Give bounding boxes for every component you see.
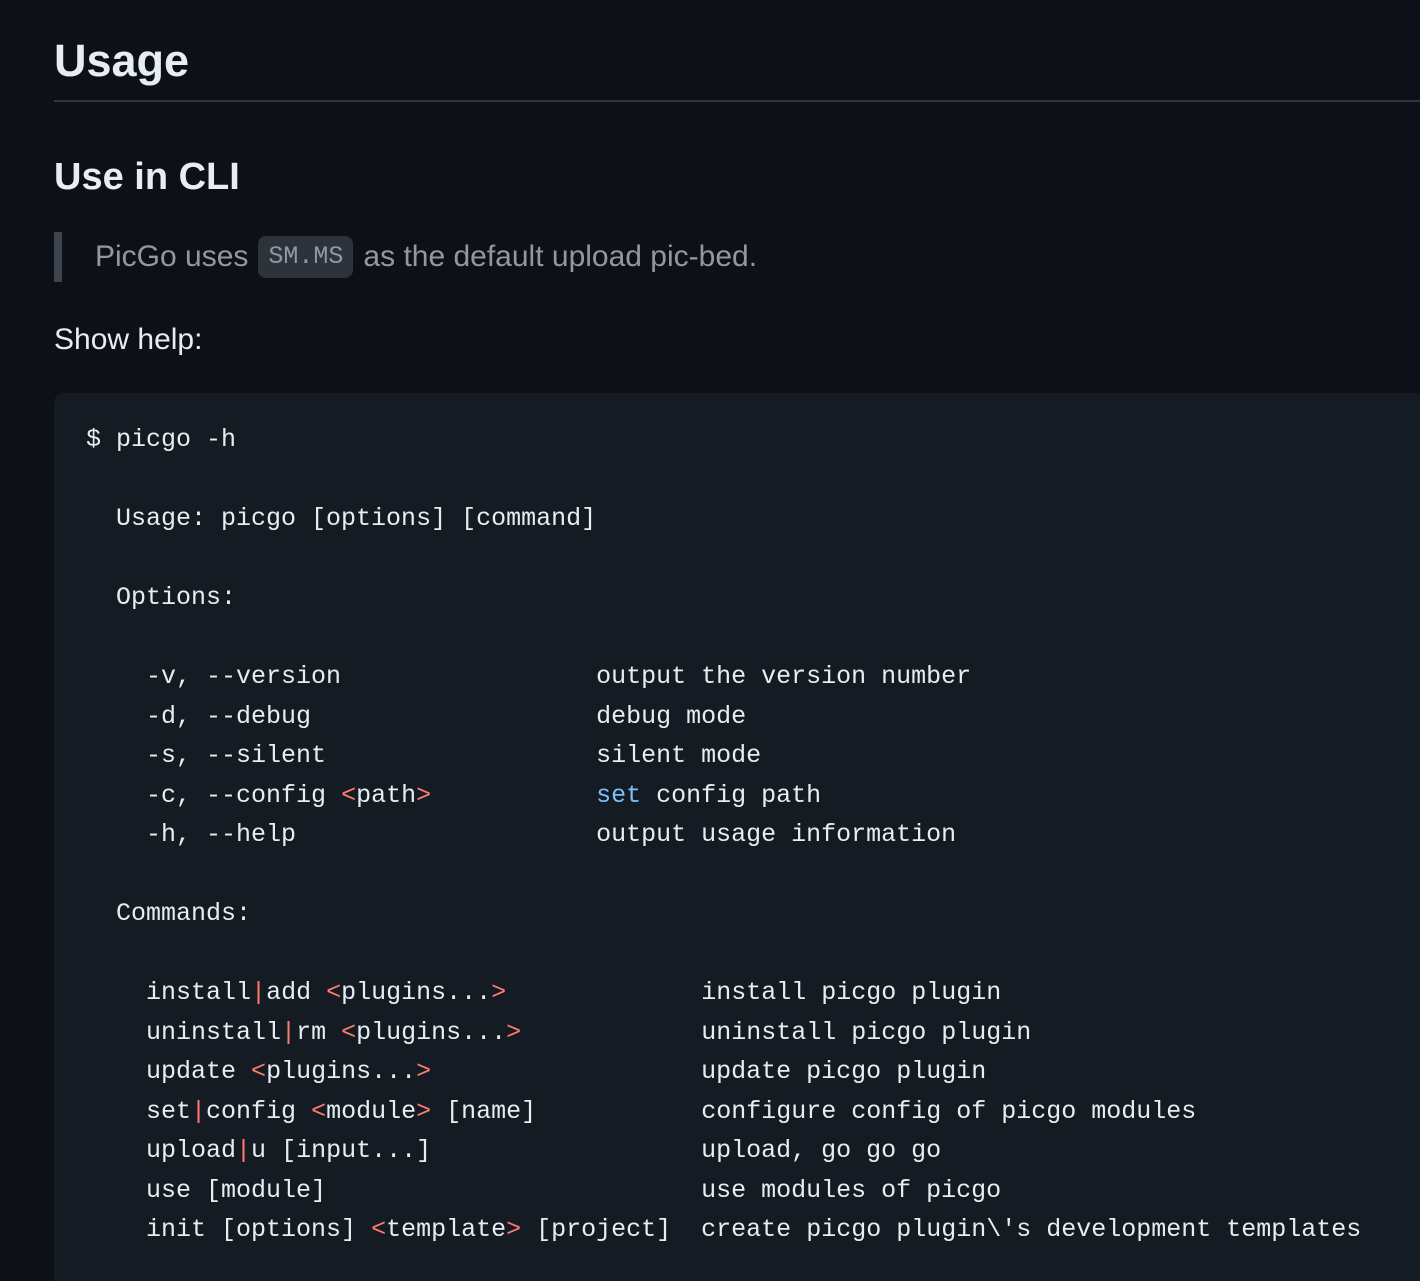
inline-code-smms: SM.MS bbox=[258, 236, 354, 278]
command-description: use modules of picgo bbox=[701, 1175, 1002, 1205]
command-args: [module] bbox=[191, 1175, 327, 1205]
option-flag: -c, --config bbox=[146, 780, 342, 810]
command-args: <module> [name] bbox=[311, 1096, 537, 1126]
option-description: output usage information bbox=[596, 820, 957, 849]
markdown-body: Usage Use in CLI PicGo uses SM.MS as the… bbox=[54, 0, 1420, 1281]
heading-usage: Usage bbox=[54, 35, 190, 86]
code-usage-line: Usage: picgo [options] [command] bbox=[116, 504, 597, 533]
command-name: use bbox=[146, 1175, 192, 1205]
command-description: configure config of picgo modules bbox=[701, 1096, 1197, 1126]
option-flag: -h, --help bbox=[146, 820, 297, 849]
blockquote: PicGo uses SM.MS as the default upload p… bbox=[54, 232, 1420, 282]
command-description: uninstall picgo plugin bbox=[701, 1017, 1032, 1047]
command-alias-separator: | bbox=[281, 1017, 297, 1047]
command-args: <plugins...> bbox=[326, 978, 507, 1007]
command-description: upload, go go go bbox=[701, 1136, 942, 1165]
option-flag: -s, --silent bbox=[146, 741, 327, 770]
command-alias: u bbox=[251, 1136, 267, 1165]
code-content[interactable]: $ picgo -h Usage: picgo [options] [comma… bbox=[86, 420, 1361, 1250]
command-alias-separator: | bbox=[251, 978, 267, 1007]
command-name: upload bbox=[146, 1136, 237, 1165]
code-block[interactable]: $ picgo -h Usage: picgo [options] [comma… bbox=[54, 393, 1420, 1281]
command-name: set bbox=[146, 1096, 192, 1126]
code-prompt-line: $ picgo -h bbox=[86, 425, 237, 454]
code-options-header: Options: bbox=[116, 583, 237, 612]
command-alias: add bbox=[266, 978, 312, 1007]
command-alias-separator: | bbox=[191, 1096, 207, 1126]
blockquote-text-before: PicGo uses bbox=[95, 240, 249, 273]
command-alias-separator: | bbox=[236, 1136, 252, 1165]
option-description: silent mode bbox=[596, 741, 762, 770]
command-args: [input...] bbox=[266, 1136, 432, 1165]
heading-use-in-cli: Use in CLI bbox=[54, 156, 240, 198]
code-commands-header: Commands: bbox=[116, 899, 252, 928]
show-help-label: Show help: bbox=[54, 323, 203, 356]
command-alias: rm bbox=[296, 1017, 327, 1047]
command-name: init bbox=[146, 1215, 207, 1244]
command-description: install picgo plugin bbox=[701, 978, 1002, 1007]
command-args: <plugins...> bbox=[251, 1057, 432, 1086]
command-args: <plugins...> bbox=[341, 1017, 522, 1047]
command-description: create picgo plugin\'s development templ… bbox=[701, 1215, 1362, 1244]
command-name: update bbox=[146, 1057, 237, 1086]
command-name: install bbox=[146, 978, 252, 1007]
command-description: update picgo plugin bbox=[701, 1057, 987, 1086]
heading-divider bbox=[54, 100, 1420, 102]
option-description: output the version number bbox=[596, 662, 972, 691]
option-flag: -d, --debug bbox=[146, 701, 312, 731]
option-arg: <path> bbox=[341, 780, 432, 810]
option-desc-keyword: set bbox=[596, 780, 642, 810]
command-args: [options] <template> [project] bbox=[206, 1215, 672, 1244]
option-description: config path bbox=[641, 780, 822, 810]
blockquote-text-after: as the default upload pic-bed. bbox=[363, 240, 758, 273]
command-alias: config bbox=[206, 1096, 297, 1126]
option-flag: -v, --version bbox=[146, 662, 342, 691]
command-name: uninstall bbox=[146, 1017, 282, 1047]
option-description: debug mode bbox=[596, 701, 747, 731]
